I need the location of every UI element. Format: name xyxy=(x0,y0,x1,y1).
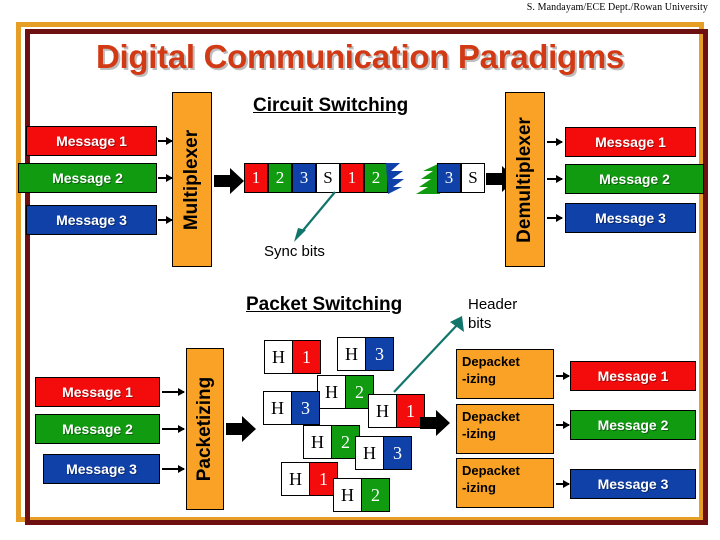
arrow-input-3-to-multiplexer xyxy=(158,216,173,224)
packet-input-message-1: Message 1 xyxy=(35,377,160,407)
header-bits-label: Header bits xyxy=(468,296,518,332)
circuit-input-message-3: Message 3 xyxy=(26,205,157,235)
packet-payload-cell: 2 xyxy=(362,479,389,511)
circuit-output-message-3: Message 3 xyxy=(565,203,696,233)
arrow-input-1-to-packetizing xyxy=(162,388,185,396)
depacketizing-label-line2: -izing xyxy=(462,480,496,495)
stream-cell-2: 2 xyxy=(268,163,292,193)
packet-header-cell: H xyxy=(369,395,397,427)
packet-payload-cell: 3 xyxy=(366,338,393,370)
depacketizing-label-line2: -izing xyxy=(462,426,496,441)
arrow-packetizing-to-packets xyxy=(226,416,256,442)
circuit-output-message-1: Message 1 xyxy=(565,127,696,157)
sync-bits-label: Sync bits xyxy=(264,243,325,260)
arrow-input-2-to-packetizing xyxy=(162,425,185,433)
packet-output-message-1: Message 1 xyxy=(570,361,696,391)
stream-cell-4: 1 xyxy=(340,163,364,193)
stream-cell-sync: S xyxy=(316,163,340,193)
depacketizing-block-3: Depacket -izing xyxy=(456,458,554,508)
packet-input-message-3: Message 3 xyxy=(43,454,160,484)
packet-header-cell: H xyxy=(338,338,366,370)
packet-header-cell: H xyxy=(304,426,332,458)
stream-cell-3: 3 xyxy=(292,163,316,193)
multiplexer-label: Multiplexer xyxy=(181,129,202,230)
arrow-input-2-to-multiplexer xyxy=(158,174,173,182)
arrow-depacketizing-1-to-output-1 xyxy=(556,372,570,380)
arrow-demultiplexer-to-output-2 xyxy=(547,175,563,183)
packetizing-label: Packetizing xyxy=(194,376,215,482)
circuit-input-message-1: Message 1 xyxy=(26,126,157,156)
packet-header-cell: H xyxy=(318,376,346,408)
section-heading-packet-switching: Packet Switching xyxy=(246,294,403,315)
section-heading-circuit-switching: Circuit Switching xyxy=(253,95,409,116)
packet: H 2 xyxy=(333,478,390,512)
stream-cell-5: 2 xyxy=(364,163,388,193)
demultiplexer-block: Demultiplexer xyxy=(505,92,545,267)
depacketizing-label-line1: Depacket xyxy=(462,354,520,369)
packet: H 3 xyxy=(337,337,394,371)
demultiplexer-label: Demultiplexer xyxy=(514,116,535,243)
depacketizing-label-line1: Depacket xyxy=(462,409,520,424)
packet: H 2 xyxy=(317,375,374,409)
packet-header-cell: H xyxy=(334,479,362,511)
arrow-depacketizing-2-to-output-2 xyxy=(556,421,570,429)
packet-payload-cell: 3 xyxy=(292,392,319,424)
circuit-input-message-2: Message 2 xyxy=(18,163,157,193)
slide-canvas: S. Mandayam/ECE Dept./Rowan University D… xyxy=(0,0,720,540)
packet-input-message-2: Message 2 xyxy=(35,414,160,444)
arrow-demultiplexer-to-output-1 xyxy=(547,138,563,146)
packet-payload-cell: 1 xyxy=(293,341,320,373)
depacketizing-label-line1: Depacket xyxy=(462,463,520,478)
stream-cell-6: 3 xyxy=(437,163,461,193)
packet-header-cell: H xyxy=(356,437,384,469)
packet: H 1 xyxy=(264,340,321,374)
arrow-input-3-to-packetizing xyxy=(162,465,185,473)
page-title: Digital Communication Paradigms xyxy=(96,38,624,75)
arrow-multiplexer-to-stream xyxy=(214,168,244,194)
packet: H 1 xyxy=(281,462,338,496)
packet: H 3 xyxy=(263,391,320,425)
depacketizing-block-2: Depacket -izing xyxy=(456,404,554,454)
arrow-packets-to-depacketizing xyxy=(420,410,450,436)
arrow-input-1-to-multiplexer xyxy=(158,137,173,145)
packet-header-cell: H xyxy=(282,463,310,495)
stream-torn-edge-left xyxy=(386,163,404,194)
packet: H 2 xyxy=(303,425,360,459)
packet-header-cell: H xyxy=(265,341,293,373)
circuit-output-message-2: Message 2 xyxy=(565,164,704,194)
packetizing-block: Packetizing xyxy=(186,348,224,510)
packet: H 1 xyxy=(368,394,425,428)
stream-cell-1: 1 xyxy=(244,163,268,193)
packet-output-message-2: Message 2 xyxy=(570,410,696,440)
depacketizing-label-line2: -izing xyxy=(462,371,496,386)
packet-payload-cell: 3 xyxy=(384,437,411,469)
multiplexer-block: Multiplexer xyxy=(172,92,212,267)
arrow-demultiplexer-to-output-3 xyxy=(547,214,563,222)
arrow-depacketizing-3-to-output-3 xyxy=(556,480,570,488)
slide-attribution: S. Mandayam/ECE Dept./Rowan University xyxy=(526,2,708,13)
packet: H 3 xyxy=(355,436,412,470)
stream-cell-sync-2: S xyxy=(461,163,485,193)
packet-header-cell: H xyxy=(264,392,292,424)
packet-output-message-3: Message 3 xyxy=(570,469,696,499)
depacketizing-block-1: Depacket -izing xyxy=(456,349,554,399)
